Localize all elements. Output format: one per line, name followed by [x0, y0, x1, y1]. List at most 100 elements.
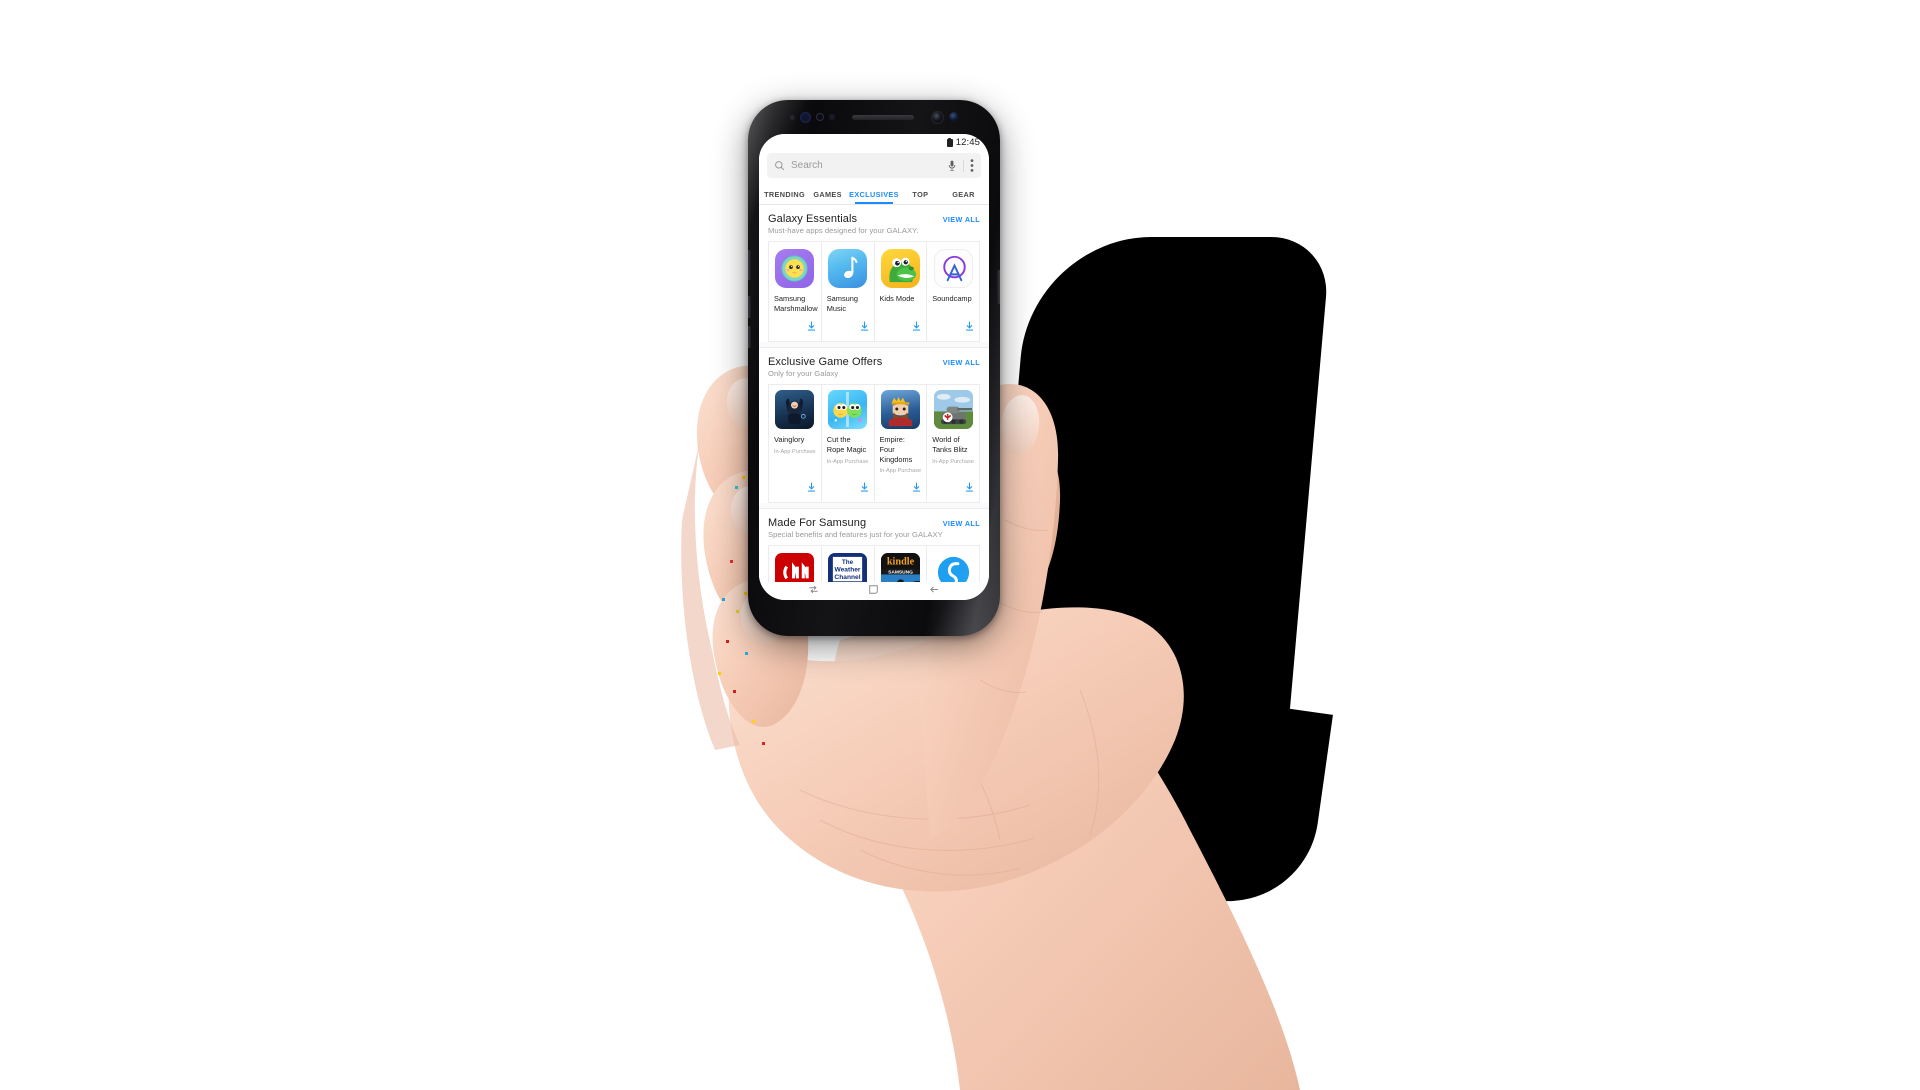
scene-root: 12:45 Search TRENDING GAMES EXCLUSIVES T…	[0, 0, 1920, 1090]
section-exclusive-game-offers: Exclusive Game Offers Only for your Gala…	[759, 347, 989, 504]
android-navigation-bar[interactable]	[759, 582, 989, 600]
svg-text:Weather: Weather	[835, 567, 861, 574]
app-card-row: CNN for The Weather Channel SAMSUNG	[768, 545, 980, 582]
download-icon[interactable]	[807, 313, 816, 336]
in-app-purchase-label: In-App Purchase	[932, 458, 974, 465]
section-title: Made For Samsung	[768, 517, 867, 530]
app-card[interactable]: Shazam for	[926, 545, 980, 582]
app-card[interactable]: CNN for	[768, 545, 821, 582]
svg-text:Channel: Channel	[835, 574, 861, 581]
recents-icon[interactable]	[808, 582, 819, 600]
app-card[interactable]: Cut the Rope Magic In-App Purchase	[820, 384, 874, 504]
phone-top-bezel	[748, 100, 1000, 134]
volume-up-button[interactable]	[748, 250, 751, 280]
app-name: Cut the Rope Magic	[826, 435, 867, 454]
tab-exclusives[interactable]: EXCLUSIVES	[849, 190, 899, 204]
download-icon[interactable]	[807, 474, 816, 497]
app-card[interactable]: Vainglory In-App Purchase	[768, 384, 821, 504]
vainglory-icon	[775, 390, 815, 430]
section-subtitle: Must-have apps designed for your GALAXY.	[768, 226, 919, 235]
samsung-music-icon	[828, 249, 868, 288]
view-all-link[interactable]: VIEW ALL	[943, 517, 980, 528]
samsung-marshmallow-icon	[775, 249, 815, 288]
tab-gear[interactable]: GEAR	[942, 190, 985, 204]
tab-games[interactable]: GAMES	[806, 190, 849, 204]
app-card[interactable]: Samsung Music	[820, 241, 874, 343]
galaxy-phone: 12:45 Search TRENDING GAMES EXCLUSIVES T…	[748, 100, 1000, 636]
section-galaxy-essentials: Galaxy Essentials Must-have apps designe…	[759, 205, 989, 343]
light-sensor-icon	[815, 113, 824, 121]
back-icon[interactable]	[929, 582, 940, 600]
cut-the-rope-magic-icon	[828, 390, 868, 430]
app-name: Vainglory	[774, 435, 805, 445]
section-header: Made For Samsung Special benefits and fe…	[768, 517, 980, 539]
app-name: Samsung Marshmallow	[774, 294, 818, 313]
battery-icon	[946, 137, 953, 147]
tab-trending[interactable]: TRENDING	[763, 190, 806, 204]
svg-text:kindle: kindle	[887, 557, 915, 568]
section-subtitle: Special benefits and features just for y…	[768, 530, 943, 540]
tab-bar[interactable]: TRENDING GAMES EXCLUSIVES TOP GEAR	[759, 182, 989, 205]
in-app-purchase-label: In-App Purchase	[774, 448, 816, 455]
phone-screen: 12:45 Search TRENDING GAMES EXCLUSIVES T…	[759, 134, 989, 600]
more-vertical-icon[interactable]	[970, 159, 974, 172]
iris-emitter-icon	[948, 112, 959, 122]
volume-down-button[interactable]	[748, 296, 751, 318]
kids-mode-icon	[880, 249, 920, 288]
search-divider	[963, 159, 964, 172]
app-name: Kids Mode	[879, 294, 915, 303]
proximity-sensor-icon	[789, 114, 795, 120]
status-bar-clock: 12:45	[955, 136, 980, 148]
view-all-link[interactable]: VIEW ALL	[943, 356, 980, 367]
search-input[interactable]: Search	[791, 160, 941, 171]
download-icon[interactable]	[912, 313, 921, 336]
sensor-dot-icon	[828, 114, 835, 120]
app-name: Samsung Music	[826, 294, 858, 313]
search-bar[interactable]: Search	[767, 153, 981, 178]
bixby-button[interactable]	[748, 326, 751, 348]
world-of-tanks-blitz-icon	[933, 390, 973, 430]
home-icon[interactable]	[868, 582, 879, 600]
app-card-row: Samsung Marshmallow Samsung Music Kids M…	[768, 241, 980, 343]
section-header: Galaxy Essentials Must-have apps designe…	[768, 213, 980, 235]
app-name: World of Tanks Blitz	[932, 435, 968, 454]
app-name: Empire: Four Kingdoms	[879, 435, 913, 464]
weather-channel-for-samsung-icon: The Weather Channel SAMSUNG	[828, 553, 868, 582]
app-card[interactable]: Soundcamp	[926, 241, 980, 343]
download-icon[interactable]	[965, 313, 974, 336]
microphone-icon[interactable]	[947, 160, 957, 172]
app-card[interactable]: The Weather Channel SAMSUNG The Weather	[820, 545, 874, 582]
section-made-for-samsung: Made For Samsung Special benefits and fe…	[759, 508, 989, 582]
search-bar-container: Search	[759, 150, 989, 182]
section-title: Galaxy Essentials	[768, 213, 858, 225]
front-camera-icon	[930, 110, 944, 124]
app-card-row: Vainglory In-App Purchase Cut the Rope M…	[768, 384, 980, 504]
app-card[interactable]: World of Tanks Blitz In-App Purchase	[926, 384, 980, 504]
app-card[interactable]: Samsung Marshmallow	[768, 241, 821, 343]
svg-text:The: The	[842, 559, 854, 566]
store-content[interactable]: Galaxy Essentials Must-have apps designe…	[759, 205, 989, 582]
app-card[interactable]: kindle SAMSUNG Kindle for	[873, 545, 927, 582]
section-subtitle: Only for your Galaxy	[768, 369, 839, 379]
download-icon[interactable]	[860, 313, 869, 336]
view-all-link[interactable]: VIEW ALL	[943, 213, 980, 224]
section-title: Exclusive Game Offers	[768, 356, 883, 369]
in-app-purchase-label: In-App Purchase	[826, 458, 869, 465]
power-button[interactable]	[997, 270, 1000, 304]
background-shadow-tail	[1107, 687, 1333, 913]
kindle-for-samsung-icon: kindle SAMSUNG	[880, 553, 920, 582]
tab-top[interactable]: TOP	[899, 190, 942, 204]
download-icon[interactable]	[965, 474, 974, 497]
download-icon[interactable]	[860, 474, 869, 497]
status-bar: 12:45	[759, 134, 989, 150]
download-icon[interactable]	[912, 474, 921, 497]
shazam-for-samsung-icon	[933, 553, 973, 582]
app-card[interactable]: Empire: Four Kingdoms In-App Purchase	[873, 384, 927, 504]
empire-four-kingdoms-icon	[880, 390, 920, 430]
cnn-for-samsung-icon	[775, 553, 815, 582]
app-card[interactable]: Kids Mode	[873, 241, 927, 343]
app-name: Soundcamp	[932, 294, 972, 303]
earpiece-speaker-icon	[851, 114, 914, 120]
section-header: Exclusive Game Offers Only for your Gala…	[768, 356, 980, 378]
iris-scanner-icon	[799, 111, 811, 123]
